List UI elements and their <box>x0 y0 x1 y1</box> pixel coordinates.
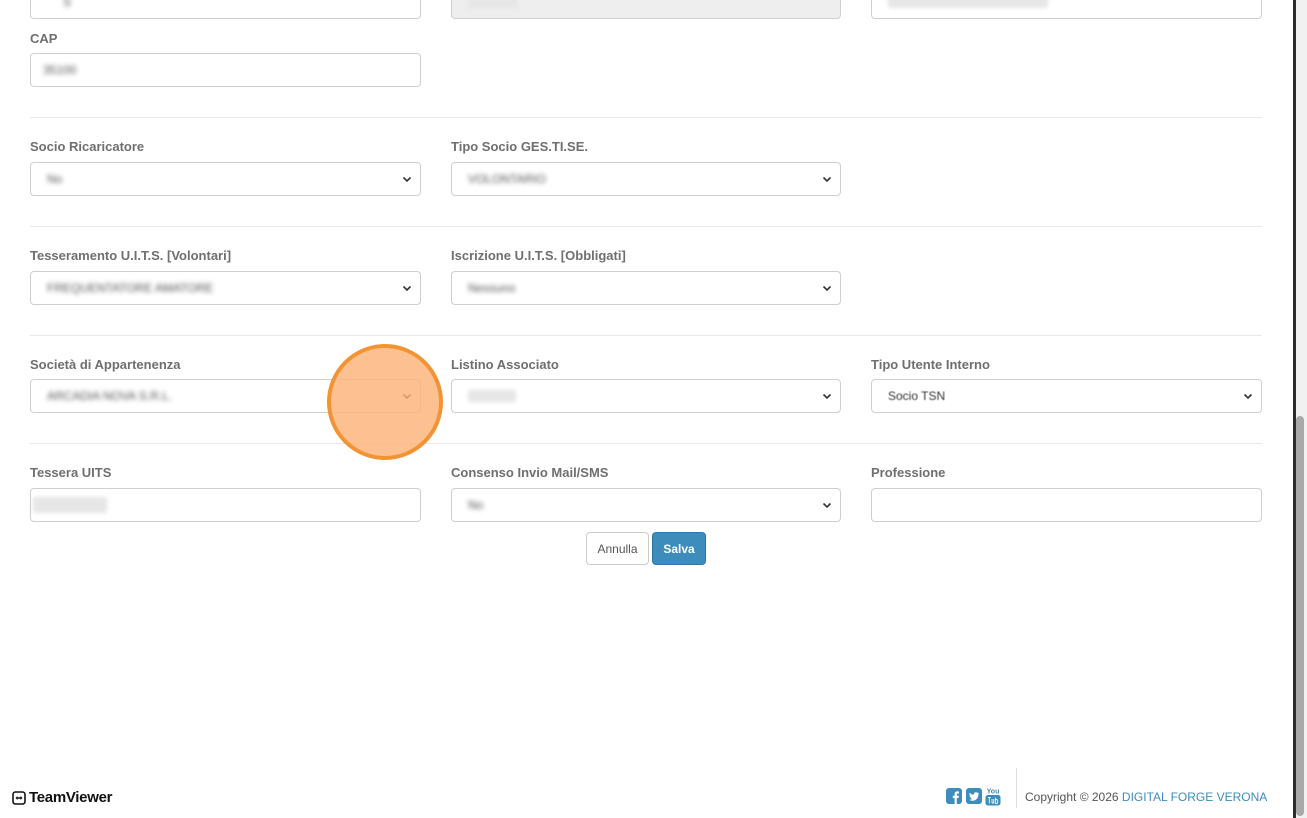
chevron-down-icon <box>402 285 412 292</box>
address-field-1[interactable]: S <box>30 0 421 19</box>
scrollbar-thumb[interactable] <box>1296 416 1304 816</box>
twitter-icon[interactable] <box>966 788 982 804</box>
chevron-down-icon <box>822 502 832 509</box>
address-field-2[interactable] <box>451 0 841 19</box>
cap-input[interactable]: 35100 <box>30 53 421 87</box>
section-divider <box>30 335 1262 336</box>
listino-select[interactable] <box>451 379 841 413</box>
youtube-icon[interactable]: You <box>985 787 1001 806</box>
page: S CAP 35100 Socio Ricaricatore No Tipo S… <box>0 0 1293 818</box>
tipo-utente-select[interactable]: Socio TSN <box>871 379 1262 413</box>
tipo-utente-value: Socio TSN <box>888 389 946 403</box>
tipo-socio-select[interactable]: VOLONTARIO <box>451 162 841 196</box>
tesseramento-label: Tesseramento U.I.T.S. [Volontari] <box>30 248 232 263</box>
copyright-text: Copyright © 2026 <box>1025 790 1122 804</box>
listino-value <box>468 390 516 402</box>
brand-link[interactable]: DIGITAL FORGE VERONA <box>1122 790 1267 804</box>
copyright: Copyright © 2026 DIGITAL FORGE VERONA <box>1025 790 1267 804</box>
chevron-down-icon <box>402 176 412 183</box>
tessera-uits-label: Tessera UITS <box>30 465 112 480</box>
iscrizione-select[interactable]: Nessuno <box>451 271 841 305</box>
chevron-down-icon <box>822 393 832 400</box>
tipo-utente-label: Tipo Utente Interno <box>871 357 990 372</box>
section-divider <box>30 443 1262 444</box>
tesseramento-value: FREQUENTATORE AMATORE <box>47 281 214 295</box>
save-button[interactable]: Salva <box>652 532 706 565</box>
footer-separator <box>1016 768 1017 808</box>
listino-label: Listino Associato <box>451 357 559 372</box>
societa-label: Società di Appartenenza <box>30 357 181 372</box>
cap-value: 35100 <box>43 63 77 77</box>
teamviewer-icon <box>12 790 26 805</box>
facebook-icon[interactable] <box>946 788 962 804</box>
address-field-3[interactable] <box>871 0 1262 19</box>
address-field-1-value: S <box>63 0 72 9</box>
tessera-uits-input[interactable] <box>30 488 421 522</box>
tessera-uits-value <box>33 497 107 513</box>
chevron-down-icon <box>1243 393 1253 400</box>
socio-ricaricatore-label: Socio Ricaricatore <box>30 139 145 154</box>
teamviewer-logo: TeamViewer <box>12 789 112 806</box>
professione-input[interactable] <box>871 488 1262 522</box>
teamviewer-label: TeamViewer <box>29 789 113 806</box>
socio-ricaricatore-value: No <box>47 172 63 186</box>
tipo-socio-label: Tipo Socio GES.TI.SE. <box>451 139 589 154</box>
tipo-socio-value: VOLONTARIO <box>468 172 546 186</box>
chevron-down-icon <box>822 285 832 292</box>
cancel-button[interactable]: Annulla <box>586 532 649 565</box>
iscrizione-value: Nessuno <box>468 281 516 295</box>
cap-label: CAP <box>30 31 58 46</box>
address-field-3-value <box>888 0 1048 8</box>
tesseramento-select[interactable]: FREQUENTATORE AMATORE <box>30 271 421 305</box>
socio-ricaricatore-select[interactable]: No <box>30 162 421 196</box>
chevron-down-icon <box>822 176 832 183</box>
click-indicator <box>327 344 443 460</box>
section-divider <box>30 226 1262 227</box>
section-divider <box>30 117 1262 118</box>
consenso-label: Consenso Invio Mail/SMS <box>451 465 609 480</box>
consenso-select[interactable]: No <box>451 488 841 522</box>
address-field-2-value <box>468 0 518 8</box>
professione-label: Professione <box>871 465 946 480</box>
societa-value: ARCADIA NOVA S.R.L. <box>47 389 173 403</box>
iscrizione-label: Iscrizione U.I.T.S. [Obbligati] <box>451 248 626 263</box>
consenso-value: No <box>468 498 484 512</box>
youtube-icon-text: You <box>987 789 1000 796</box>
